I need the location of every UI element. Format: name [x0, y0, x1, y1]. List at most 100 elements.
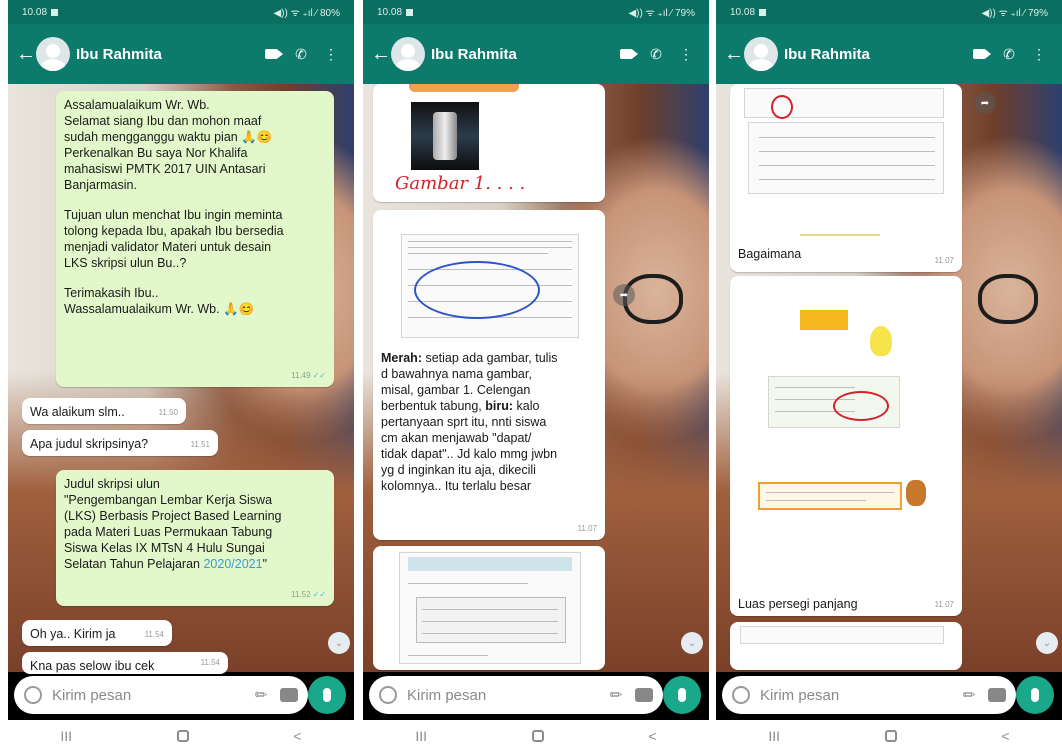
message-text: cm akan menjawab "dapat/: [381, 431, 532, 445]
phone-icon[interactable]: ✆: [286, 46, 316, 63]
camera-icon[interactable]: [988, 688, 1006, 702]
message-incoming[interactable]: Kna pas selow ibu cek 11.54: [22, 652, 228, 674]
message-composer: Kirim pesan ✎: [8, 672, 354, 720]
avatar[interactable]: [36, 37, 70, 71]
message-text: Luas persegi panjang: [738, 597, 858, 611]
image-message[interactable]: Gambar 1. . . .: [373, 84, 605, 202]
arrow-back-icon[interactable]: ←: [371, 43, 391, 66]
tabung-photo: [411, 102, 479, 170]
recent-apps-icon[interactable]: III: [415, 728, 427, 744]
camera-icon[interactable]: [635, 688, 653, 702]
message-text: pertanyaan sprt itu, nnti siswa: [381, 415, 547, 429]
mic-icon[interactable]: [308, 676, 346, 714]
message-text: berbentuk tabung,: [381, 399, 486, 413]
message-outgoing[interactable]: Judul skripsi ulun "Pengembangan Lembar …: [56, 470, 334, 606]
emoji-icon[interactable]: [732, 686, 750, 704]
message-text: Terimakasih Ibu..: [64, 286, 159, 300]
screenshot-collage: 10.08 ◀)) ᯤ ₊ıl ⁄ 80% ← Ibu Rahmita ✆ ⋮ …: [0, 0, 1062, 751]
scroll-down-icon[interactable]: ⌄: [1036, 632, 1058, 654]
message-time: 11.07: [934, 256, 954, 265]
avatar[interactable]: [744, 37, 778, 71]
back-nav-icon[interactable]: <: [648, 728, 656, 744]
input-placeholder: Kirim pesan: [52, 686, 132, 704]
emoji-icon[interactable]: [379, 686, 397, 704]
notification-icon: [51, 8, 59, 16]
message-text: Oh ya.. Kirim ja: [30, 627, 116, 641]
message-input[interactable]: Kirim pesan ✎: [14, 676, 308, 714]
message-incoming[interactable]: [730, 622, 962, 670]
video-call-icon[interactable]: [611, 46, 641, 62]
message-text: kolomnya.. Itu terlalu besar: [381, 479, 532, 493]
message-input[interactable]: Kirim pesan ✎: [369, 676, 663, 714]
signal-battery: ◀)) ᯤ ₊ıl ⁄ 79%: [981, 8, 1048, 19]
link-text[interactable]: 2020/2021: [203, 557, 262, 571]
message-time: 11.54: [144, 630, 164, 639]
message-incoming[interactable]: Bagaimana 11.07: [730, 84, 962, 272]
arrow-back-icon[interactable]: ←: [724, 43, 744, 66]
input-placeholder: Kirim pesan: [407, 686, 487, 704]
message-text: Merah:: [381, 351, 422, 365]
mic-icon[interactable]: [1016, 676, 1054, 714]
message-time: 11.51: [190, 440, 210, 449]
document-preview: [399, 552, 581, 664]
phone-icon[interactable]: ✆: [641, 46, 671, 63]
emoji-icon[interactable]: [24, 686, 42, 704]
status-bar: 10.08 ◀)) ᯤ ₊ıl ⁄ 79%: [363, 0, 709, 24]
more-vert-icon[interactable]: ⋮: [671, 46, 701, 63]
signal-battery: ◀)) ᯤ ₊ıl ⁄ 79%: [628, 8, 695, 19]
signal-battery: ◀)) ᯤ ₊ıl ⁄ 80%: [273, 8, 340, 19]
home-icon[interactable]: [176, 729, 189, 742]
video-call-icon[interactable]: [964, 46, 994, 62]
system-nav-bar: III <: [8, 720, 354, 751]
contact-name[interactable]: Ibu Rahmita: [76, 46, 256, 63]
read-receipt-icon: ✓✓: [312, 371, 326, 380]
status-bar: 10.08 ◀)) ᯤ ₊ıl ⁄ 79%: [716, 0, 1062, 24]
handwritten-annotation: Gambar 1. . . .: [395, 173, 526, 194]
more-vert-icon[interactable]: ⋮: [1024, 46, 1054, 63]
message-incoming[interactable]: Wa alaikum slm.. 11.50: [22, 398, 186, 424]
message-incoming[interactable]: Oh ya.. Kirim ja 11.54: [22, 620, 172, 646]
recent-apps-icon[interactable]: III: [768, 728, 780, 744]
home-icon[interactable]: [884, 729, 897, 742]
video-call-icon[interactable]: [256, 46, 286, 62]
image-message[interactable]: [373, 546, 605, 670]
message-input[interactable]: Kirim pesan ✎: [722, 676, 1016, 714]
message-time: 11.54: [200, 658, 220, 667]
back-nav-icon[interactable]: <: [293, 728, 301, 744]
message-outgoing[interactable]: Assalamualaikum Wr. Wb. Selamat siang Ib…: [56, 91, 334, 387]
arrow-back-icon[interactable]: ←: [16, 43, 36, 66]
message-incoming[interactable]: Luas persegi panjang 11.07: [730, 276, 962, 616]
system-nav-bar: III <: [363, 720, 709, 751]
message-incoming[interactable]: Apa judul skripsinya? 11.51: [22, 430, 218, 456]
message-text: sudah mengganggu waktu pian 🙏😊: [64, 130, 273, 144]
message-text: mahasiswi PMTK 2017 UIN Antasari: [64, 162, 266, 176]
message-text: tidak dapat".. Jd kalo mmg jwbn: [381, 447, 558, 461]
forward-icon[interactable]: ➦: [613, 284, 635, 306]
recent-apps-icon[interactable]: III: [60, 728, 72, 744]
message-text: tolong kepada Ibu, apakah Ibu bersedia: [64, 224, 284, 238]
phone-icon[interactable]: ✆: [994, 46, 1024, 63]
document-preview: [758, 482, 902, 510]
message-time: 11.49 ✓✓: [291, 371, 326, 380]
mic-icon[interactable]: [663, 676, 701, 714]
status-bar: 10.08 ◀)) ᯤ ₊ıl ⁄ 80%: [8, 0, 354, 24]
more-vert-icon[interactable]: ⋮: [316, 46, 346, 63]
camera-icon[interactable]: [280, 688, 298, 702]
message-text: LKS skripsi ulun Bu..?: [64, 256, 187, 270]
scroll-down-icon[interactable]: ⌄: [328, 632, 350, 654]
scroll-down-icon[interactable]: ⌄: [681, 632, 703, 654]
message-incoming[interactable]: Merah: setiap ada gambar, tulis d bawahn…: [373, 210, 605, 540]
home-icon[interactable]: [531, 729, 544, 742]
lightbulb-icon: [870, 326, 892, 356]
document-preview: [768, 376, 900, 428]
back-nav-icon[interactable]: <: [1001, 728, 1009, 744]
clock: 10.08: [377, 6, 403, 18]
message-text: kalo: [513, 399, 540, 413]
phone-screen-2: 10.08 ◀)) ᯤ ₊ıl ⁄ 79% ← Ibu Rahmita ✆ ⋮ …: [363, 0, 709, 751]
contact-name[interactable]: Ibu Rahmita: [784, 46, 964, 63]
contact-name[interactable]: Ibu Rahmita: [431, 46, 611, 63]
avatar[interactable]: [391, 37, 425, 71]
forward-icon[interactable]: ➦: [974, 92, 996, 114]
message-time: 11.52 ✓✓: [291, 590, 326, 599]
message-text: Kna pas selow ibu cek: [30, 659, 155, 673]
